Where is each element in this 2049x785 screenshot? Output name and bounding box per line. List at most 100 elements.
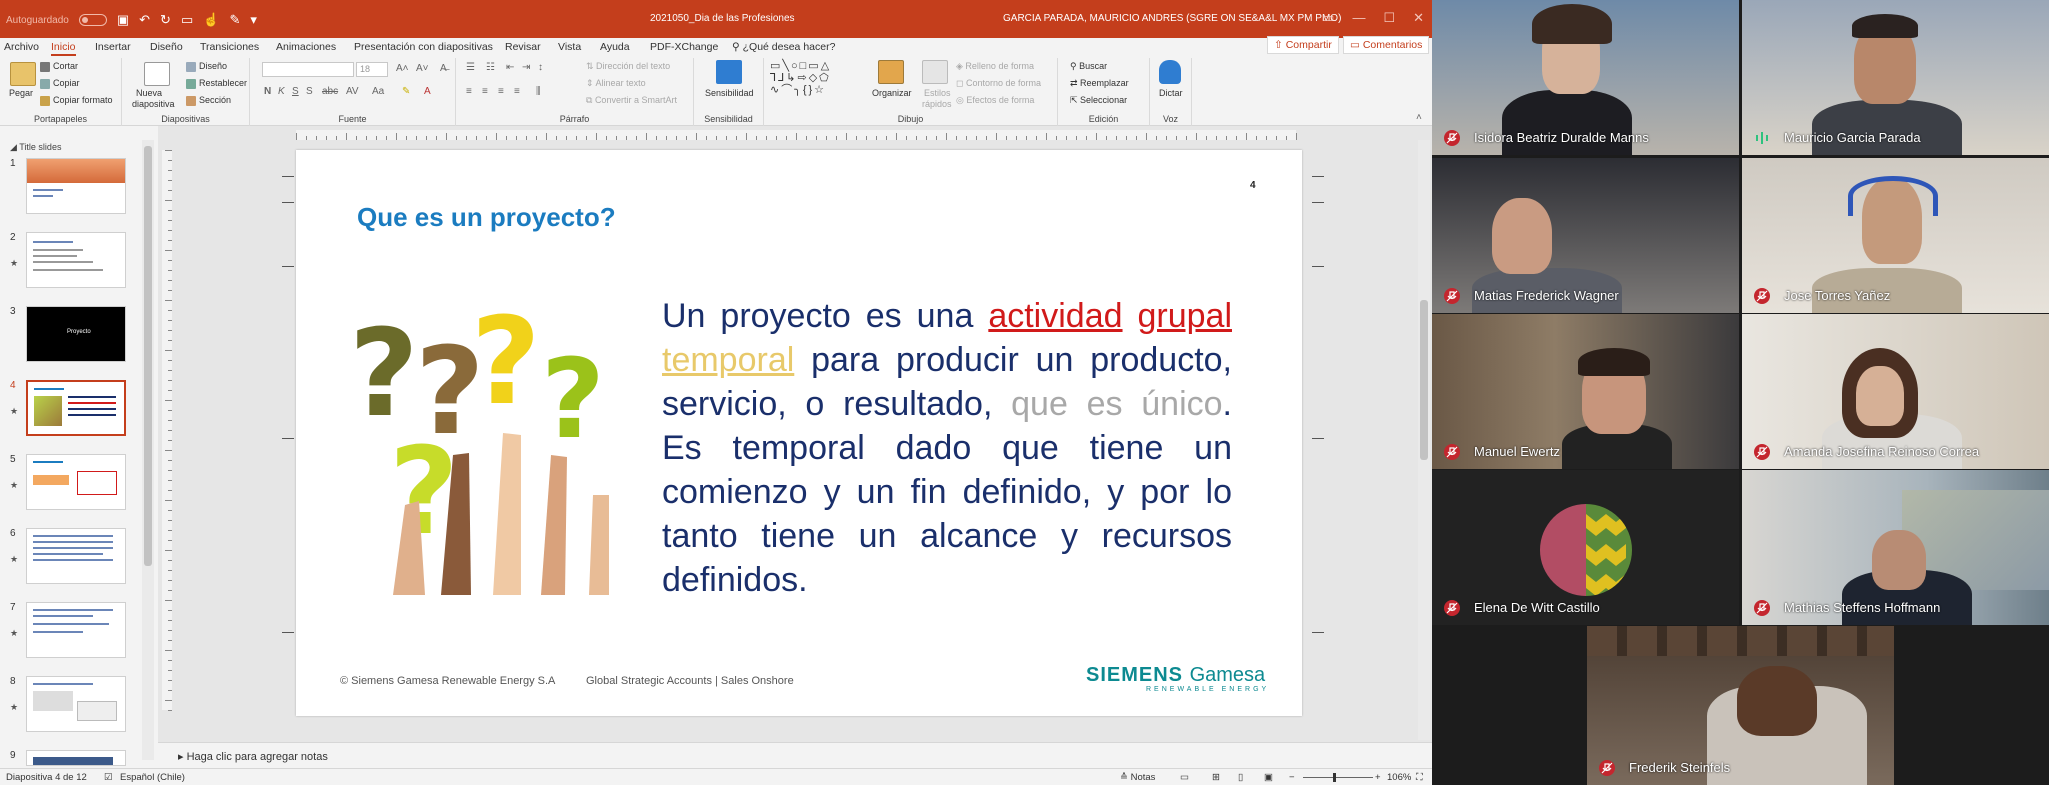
underline-icon[interactable]: S	[292, 86, 299, 97]
participant-tile[interactable]: Isidora Beatriz Duralde Manns	[1432, 0, 1739, 155]
cut-button[interactable]: Cortar	[40, 61, 78, 72]
notes-toggle[interactable]: ≙ Notas	[1120, 772, 1155, 783]
numbering-icon[interactable]: ☷	[486, 62, 495, 73]
thumbnail-row[interactable]: 3 Proyecto	[0, 306, 150, 372]
normal-view-icon[interactable]: ▭	[1180, 772, 1189, 783]
slide-thumbnail-5[interactable]	[26, 454, 126, 510]
participant-tile[interactable]: Mauricio Garcia Parada	[1742, 0, 2049, 155]
quick-styles-label-2[interactable]: rápidos	[922, 99, 952, 109]
participant-tile[interactable]: Elena De Witt Castillo	[1432, 470, 1739, 625]
thumbnail-row[interactable]: 9	[0, 750, 150, 766]
slide-thumbnail-1[interactable]	[26, 158, 126, 214]
shapes-icon[interactable]: ✎	[229, 12, 240, 28]
slide-thumbnail-7[interactable]	[26, 602, 126, 658]
language-indicator[interactable]: Español (Chile)	[120, 772, 185, 783]
change-case-icon[interactable]: Aa	[372, 86, 384, 97]
line-spacing-icon[interactable]: ↕	[538, 62, 543, 73]
thumbnail-scrollbar[interactable]	[142, 140, 154, 760]
align-left-icon[interactable]: ≡	[466, 86, 472, 97]
thumbnail-row[interactable]: 4 ★	[0, 380, 150, 446]
scrollbar-thumb[interactable]	[144, 146, 152, 566]
section-header[interactable]: ◢ Title slides	[10, 142, 61, 153]
clear-format-icon[interactable]: A̶	[440, 63, 447, 74]
tab-presentacion[interactable]: Presentación con diapositivas	[354, 41, 493, 53]
save-icon[interactable]: ▣	[117, 12, 129, 28]
thumbnail-row[interactable]: 7 ★	[0, 602, 150, 668]
notes-pane[interactable]: ▸ Haga clic para agregar notas	[158, 742, 1432, 768]
shadow-icon[interactable]: S	[306, 86, 313, 97]
tab-revisar[interactable]: Revisar	[505, 41, 541, 53]
bullets-icon[interactable]: ☰	[466, 62, 475, 73]
zoom-slider[interactable]	[1303, 773, 1373, 782]
char-spacing-icon[interactable]: AV	[346, 86, 359, 97]
justify-icon[interactable]: ≡	[514, 86, 520, 97]
copy-button[interactable]: Copiar	[40, 78, 80, 89]
reset-button[interactable]: Restablecer	[186, 78, 247, 89]
spellcheck-icon[interactable]: ☑	[104, 772, 113, 783]
smartart-button[interactable]: ⧉ Convertir a SmartArt	[586, 95, 677, 106]
tab-inicio[interactable]: Inicio	[51, 41, 76, 56]
share-button[interactable]: ⇧ Compartir	[1267, 36, 1339, 54]
slide-thumbnail-2[interactable]	[26, 232, 126, 288]
quick-styles-icon[interactable]	[922, 60, 948, 84]
participant-tile[interactable]: Manuel Ewertz	[1432, 314, 1739, 469]
undo-icon[interactable]: ↶	[139, 12, 150, 28]
scrollbar-thumb[interactable]	[1420, 300, 1428, 460]
customize-qat-icon[interactable]: ▾	[250, 12, 257, 28]
shape-outline-button[interactable]: ◻ Contorno de forma	[956, 78, 1041, 89]
participant-tile[interactable]: Mathias Steffens Hoffmann	[1742, 470, 2049, 625]
tab-vista[interactable]: Vista	[558, 41, 581, 53]
tell-me-search[interactable]: ⚲ ¿Qué desea hacer?	[732, 41, 835, 53]
font-name-input[interactable]	[262, 62, 354, 77]
zoom-level[interactable]: 106%	[1387, 772, 1411, 783]
slide-title[interactable]: Que es un proyecto?	[357, 202, 616, 233]
shape-fill-button[interactable]: ◈ Relleno de forma	[956, 61, 1034, 72]
align-right-icon[interactable]: ≡	[498, 86, 504, 97]
arrange-icon[interactable]	[878, 60, 904, 84]
participant-tile[interactable]: Jose Torres Yañez	[1742, 158, 2049, 313]
tab-transiciones[interactable]: Transiciones	[200, 41, 259, 53]
italic-icon[interactable]: K	[278, 86, 285, 97]
collapse-ribbon-icon[interactable]: ˄	[1416, 112, 1422, 123]
font-color-icon[interactable]: A	[424, 86, 431, 97]
close-icon[interactable]: ✕	[1413, 10, 1424, 26]
ribbon-display-icon[interactable]: ▭	[1322, 10, 1334, 26]
tab-insertar[interactable]: Insertar	[95, 41, 131, 53]
tab-diseno[interactable]: Diseño	[150, 41, 183, 53]
thumbnail-row[interactable]: 8 ★	[0, 676, 150, 742]
thumbnail-row[interactable]: 5 ★	[0, 454, 150, 520]
question-marks-image[interactable]: ? ? ? ? ?	[353, 305, 609, 595]
notes-placeholder[interactable]: ▸ Haga clic para agregar notas	[178, 750, 328, 763]
thumbnail-row[interactable]: 6 ★	[0, 528, 150, 594]
find-button[interactable]: ⚲ Buscar	[1070, 61, 1107, 72]
slide-sorter-icon[interactable]: ⊞	[1212, 772, 1220, 783]
slide-thumbnail-9[interactable]	[26, 750, 126, 766]
text-direction-button[interactable]: ⇅ Dirección del texto	[586, 61, 670, 72]
fit-slide-icon[interactable]: ⛶	[1416, 772, 1423, 783]
sensitivity-button[interactable]: Sensibilidad	[705, 88, 754, 98]
shapes-gallery[interactable]: ▭╲○□▭△ ⅂⅃↳⇨◇⬠ ∿⌒╮{}☆	[770, 60, 831, 96]
columns-icon[interactable]: ⫼	[536, 86, 541, 97]
redo-icon[interactable]: ↻	[160, 12, 171, 28]
tab-ayuda[interactable]: Ayuda	[600, 41, 630, 53]
paste-button[interactable]: Pegar	[9, 88, 33, 98]
dictate-button[interactable]: Dictar	[1159, 88, 1183, 98]
slide-body-text[interactable]: Un proyecto es una actividad grupal temp…	[662, 294, 1232, 602]
zoom-out-icon[interactable]: −	[1289, 772, 1295, 783]
arrange-button[interactable]: Organizar	[872, 88, 912, 98]
reading-view-icon[interactable]: ▯	[1238, 772, 1243, 783]
comments-button[interactable]: ▭ Comentarios	[1343, 36, 1430, 54]
font-size-input[interactable]: 18	[356, 62, 388, 77]
thumbnail-row[interactable]: 2 ★	[0, 232, 150, 298]
current-slide[interactable]: Que es un proyecto? 4 ? ? ? ? ? Un proye…	[296, 150, 1302, 716]
paste-icon[interactable]	[10, 62, 36, 86]
new-slide-label-2[interactable]: diapositiva	[132, 99, 175, 109]
tab-archivo[interactable]: Archivo	[4, 41, 39, 53]
new-slide-label[interactable]: Nueva	[136, 88, 162, 98]
editor-scrollbar[interactable]	[1418, 140, 1430, 740]
tab-animaciones[interactable]: Animaciones	[276, 41, 336, 53]
align-center-icon[interactable]: ≡	[482, 86, 488, 97]
maximize-icon[interactable]: ☐	[1383, 10, 1395, 26]
present-icon[interactable]: ▭	[181, 12, 193, 28]
quick-styles-label[interactable]: Estilos	[924, 88, 951, 98]
